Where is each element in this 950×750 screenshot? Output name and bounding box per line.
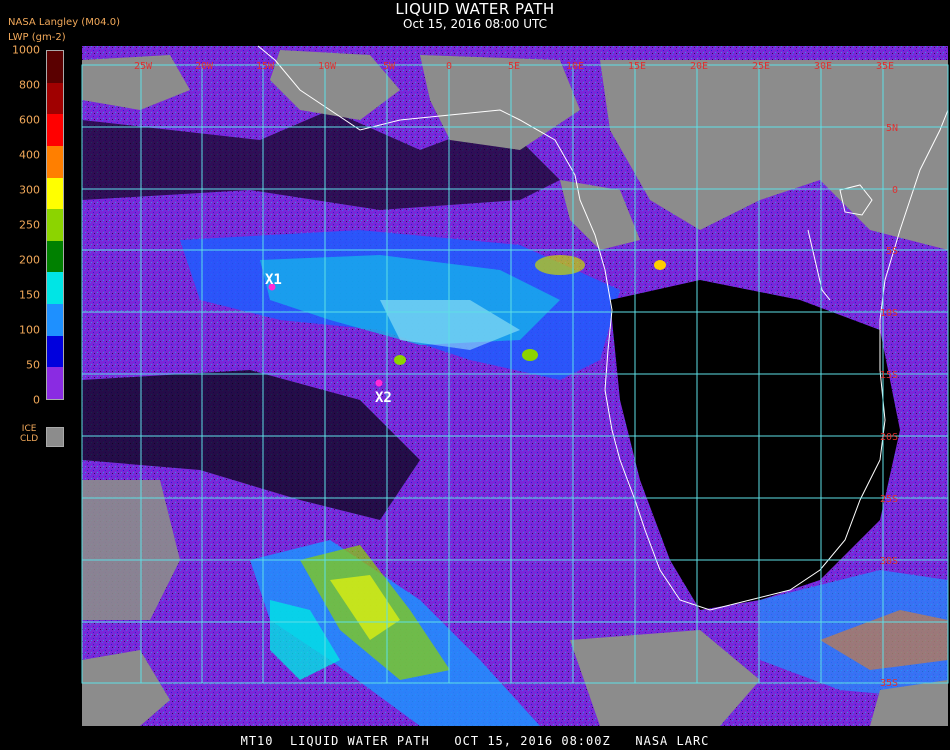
colorbar-segment <box>47 82 63 115</box>
colorbar-segment <box>47 114 63 147</box>
unit-label: LWP (gm-2) <box>8 32 66 43</box>
lon-label: 10E <box>566 61 584 72</box>
lon-label: 25E <box>752 61 770 72</box>
colorbar-segment <box>47 335 63 368</box>
lon-label: 10W <box>318 61 337 72</box>
colorbar <box>46 50 64 400</box>
ice-label-line: ICE <box>21 424 37 434</box>
colorbar-segment <box>47 177 63 210</box>
ice-label-line: CLD <box>20 434 39 444</box>
lon-label: 15E <box>628 61 646 72</box>
colorbar-segment <box>47 367 63 400</box>
footer-caption: MT10 LIQUID WATER PATH OCT 15, 2016 08:0… <box>240 734 710 748</box>
marker-dot <box>375 379 383 387</box>
marker-label: X2 <box>375 390 392 406</box>
colorbar-tick-label: 1000 <box>12 43 40 57</box>
ice-cloud-label: ICE CLD <box>20 424 38 444</box>
colorbar-tick-label: 250 <box>19 218 40 232</box>
colorbar-tick-label: 400 <box>19 148 40 162</box>
lat-label: 25S <box>880 494 898 505</box>
colorbar-tick-label: 50 <box>26 358 40 372</box>
lon-label: 15W <box>256 61 275 72</box>
lat-label: 15S <box>880 370 898 381</box>
lat-label: 5S <box>886 246 898 257</box>
colorbar-tick-label: 150 <box>19 288 40 302</box>
colorbar-segment <box>47 51 63 84</box>
marker-x1[interactable]: X1 <box>265 272 282 291</box>
page-title: LIQUID WATER PATH <box>395 0 555 18</box>
lon-label: 20W <box>195 61 214 72</box>
colorbar-segment <box>47 272 63 305</box>
lon-label: 30E <box>814 61 832 72</box>
colorbar-tick-label: 300 <box>19 183 40 197</box>
lat-label: 10S <box>880 308 898 319</box>
colorbar-tick-label: 200 <box>19 253 40 267</box>
marker-label: X1 <box>265 272 282 288</box>
lon-label: 0 <box>446 61 452 72</box>
lon-label: 5E <box>508 61 520 72</box>
lon-label: 5W <box>383 61 396 72</box>
lon-label: 35E <box>876 61 894 72</box>
page-subtitle: Oct 15, 2016 08:00 UTC <box>403 17 547 31</box>
ice-cloud-swatch <box>46 427 64 447</box>
lat-label: 20S <box>880 432 898 443</box>
cloud-field <box>82 46 948 726</box>
colorbar-segment <box>47 209 63 242</box>
colorbar-segment <box>47 240 63 273</box>
lat-label: 35S <box>880 678 898 689</box>
colorbar-segment <box>47 304 63 337</box>
lat-label: 5N <box>886 123 898 134</box>
colorbar-tick-label: 800 <box>19 78 40 92</box>
colorbar-tick-label: 600 <box>19 113 40 127</box>
lon-label: 25W <box>134 61 153 72</box>
map-panel: 25W 20W 15W 10W 5W 0 5E 10E 15E 20E 25E … <box>81 45 949 726</box>
source-label: NASA Langley (M04.0) <box>8 17 120 28</box>
lat-label: 30S <box>880 556 898 567</box>
lat-label: 0 <box>892 185 898 196</box>
colorbar-segment <box>47 145 63 179</box>
lon-label: 20E <box>690 61 708 72</box>
colorbar-tick-label: 100 <box>19 323 40 337</box>
colorbar-tick-label: 0 <box>33 393 40 407</box>
